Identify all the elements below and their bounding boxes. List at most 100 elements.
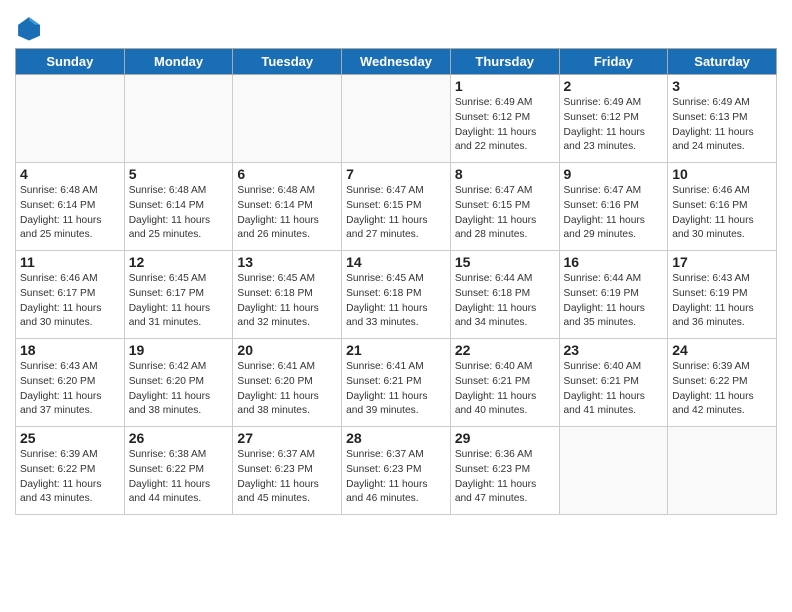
day-cell: 11 Sunrise: 6:46 AMSunset: 6:17 PMDayligh…	[16, 251, 125, 339]
day-info: Sunrise: 6:39 AMSunset: 6:22 PMDaylight:…	[672, 360, 772, 419]
day-number: 18	[20, 342, 120, 358]
day-info: Sunrise: 6:37 AMSunset: 6:23 PMDaylight:…	[346, 448, 446, 507]
day-number: 4	[20, 166, 120, 182]
day-info: Sunrise: 6:41 AMSunset: 6:21 PMDaylight:…	[346, 360, 446, 419]
day-number: 11	[20, 254, 120, 270]
day-number: 15	[455, 254, 555, 270]
day-number: 8	[455, 166, 555, 182]
day-number: 3	[672, 78, 772, 94]
week-row-2: 11 Sunrise: 6:46 AMSunset: 6:17 PMDayligh…	[16, 251, 777, 339]
day-cell	[559, 427, 668, 515]
day-info: Sunrise: 6:44 AMSunset: 6:18 PMDaylight:…	[455, 272, 555, 331]
day-cell: 27 Sunrise: 6:37 AMSunset: 6:23 PMDayligh…	[233, 427, 342, 515]
header-cell-wednesday: Wednesday	[342, 49, 451, 75]
week-row-0: 1 Sunrise: 6:49 AMSunset: 6:12 PMDaylight…	[16, 75, 777, 163]
day-info: Sunrise: 6:45 AMSunset: 6:17 PMDaylight:…	[129, 272, 229, 331]
day-number: 10	[672, 166, 772, 182]
day-cell: 7Sunrise: 6:47 AMSunset: 6:15 PMDaylight…	[342, 163, 451, 251]
day-number: 16	[564, 254, 664, 270]
day-info: Sunrise: 6:38 AMSunset: 6:22 PMDaylight:…	[129, 448, 229, 507]
day-info: Sunrise: 6:42 AMSunset: 6:20 PMDaylight:…	[129, 360, 229, 419]
day-cell: 1 Sunrise: 6:49 AMSunset: 6:12 PMDaylight…	[450, 75, 559, 163]
logo	[15, 14, 45, 42]
header-cell-friday: Friday	[559, 49, 668, 75]
day-number: 14	[346, 254, 446, 270]
page: SundayMondayTuesdayWednesdayThursdayFrid…	[0, 0, 792, 612]
day-info: Sunrise: 6:44 AMSunset: 6:19 PMDaylight:…	[564, 272, 664, 331]
day-number: 6	[237, 166, 337, 182]
day-number: 20	[237, 342, 337, 358]
day-info: Sunrise: 6:47 AMSunset: 6:15 PMDaylight:…	[455, 184, 555, 243]
day-cell: 28 Sunrise: 6:37 AMSunset: 6:23 PMDayligh…	[342, 427, 451, 515]
calendar-table: SundayMondayTuesdayWednesdayThursdayFrid…	[15, 48, 777, 515]
day-number: 26	[129, 430, 229, 446]
day-number: 21	[346, 342, 446, 358]
day-cell	[124, 75, 233, 163]
day-info: Sunrise: 6:36 AMSunset: 6:23 PMDaylight:…	[455, 448, 555, 507]
day-number: 25	[20, 430, 120, 446]
day-cell: 5 Sunrise: 6:48 AMSunset: 6:14 PMDaylight…	[124, 163, 233, 251]
day-number: 23	[564, 342, 664, 358]
day-cell: 16 Sunrise: 6:44 AMSunset: 6:19 PMDayligh…	[559, 251, 668, 339]
day-number: 5	[129, 166, 229, 182]
day-number: 19	[129, 342, 229, 358]
day-number: 2	[564, 78, 664, 94]
header-cell-saturday: Saturday	[668, 49, 777, 75]
day-cell: 8 Sunrise: 6:47 AMSunset: 6:15 PMDaylight…	[450, 163, 559, 251]
day-info: Sunrise: 6:49 AMSunset: 6:13 PMDaylight:…	[672, 96, 772, 155]
day-number: 27	[237, 430, 337, 446]
day-cell: 9Sunrise: 6:47 AMSunset: 6:16 PMDaylight…	[559, 163, 668, 251]
day-info: Sunrise: 6:48 AMSunset: 6:14 PMDaylight:…	[237, 184, 337, 243]
week-row-4: 25Sunrise: 6:39 AMSunset: 6:22 PMDayligh…	[16, 427, 777, 515]
header-cell-thursday: Thursday	[450, 49, 559, 75]
day-cell: 3 Sunrise: 6:49 AMSunset: 6:13 PMDaylight…	[668, 75, 777, 163]
day-info: Sunrise: 6:40 AMSunset: 6:21 PMDaylight:…	[455, 360, 555, 419]
day-cell: 10 Sunrise: 6:46 AMSunset: 6:16 PMDayligh…	[668, 163, 777, 251]
day-cell	[16, 75, 125, 163]
day-number: 12	[129, 254, 229, 270]
day-info: Sunrise: 6:45 AMSunset: 6:18 PMDaylight:…	[237, 272, 337, 331]
day-cell: 6 Sunrise: 6:48 AMSunset: 6:14 PMDaylight…	[233, 163, 342, 251]
day-info: Sunrise: 6:40 AMSunset: 6:21 PMDaylight:…	[564, 360, 664, 419]
day-number: 29	[455, 430, 555, 446]
day-info: Sunrise: 6:49 AMSunset: 6:12 PMDaylight:…	[455, 96, 555, 155]
day-number: 17	[672, 254, 772, 270]
day-cell: 14 Sunrise: 6:45 AMSunset: 6:18 PMDayligh…	[342, 251, 451, 339]
header-cell-monday: Monday	[124, 49, 233, 75]
day-cell: 18 Sunrise: 6:43 AMSunset: 6:20 PMDayligh…	[16, 339, 125, 427]
day-info: Sunrise: 6:46 AMSunset: 6:16 PMDaylight:…	[672, 184, 772, 243]
day-cell: 21 Sunrise: 6:41 AMSunset: 6:21 PMDayligh…	[342, 339, 451, 427]
day-cell: 2 Sunrise: 6:49 AMSunset: 6:12 PMDaylight…	[559, 75, 668, 163]
day-number: 24	[672, 342, 772, 358]
day-cell	[668, 427, 777, 515]
day-cell	[233, 75, 342, 163]
logo-icon	[15, 14, 43, 42]
day-number: 13	[237, 254, 337, 270]
day-cell: 13 Sunrise: 6:45 AMSunset: 6:18 PMDayligh…	[233, 251, 342, 339]
header-area	[15, 10, 777, 42]
day-number: 28	[346, 430, 446, 446]
day-cell	[342, 75, 451, 163]
day-cell: 29 Sunrise: 6:36 AMSunset: 6:23 PMDayligh…	[450, 427, 559, 515]
day-info: Sunrise: 6:43 AMSunset: 6:19 PMDaylight:…	[672, 272, 772, 331]
day-info: Sunrise: 6:48 AMSunset: 6:14 PMDaylight:…	[20, 184, 120, 243]
day-cell: 24 Sunrise: 6:39 AMSunset: 6:22 PMDayligh…	[668, 339, 777, 427]
day-number: 22	[455, 342, 555, 358]
day-cell: 12 Sunrise: 6:45 AMSunset: 6:17 PMDayligh…	[124, 251, 233, 339]
day-info: Sunrise: 6:48 AMSunset: 6:14 PMDaylight:…	[129, 184, 229, 243]
day-info: Sunrise: 6:37 AMSunset: 6:23 PMDaylight:…	[237, 448, 337, 507]
day-cell: 22 Sunrise: 6:40 AMSunset: 6:21 PMDayligh…	[450, 339, 559, 427]
day-number: 7	[346, 166, 446, 182]
day-cell: 19 Sunrise: 6:42 AMSunset: 6:20 PMDayligh…	[124, 339, 233, 427]
header-cell-sunday: Sunday	[16, 49, 125, 75]
day-info: Sunrise: 6:49 AMSunset: 6:12 PMDaylight:…	[564, 96, 664, 155]
day-cell: 20 Sunrise: 6:41 AMSunset: 6:20 PMDayligh…	[233, 339, 342, 427]
day-info: Sunrise: 6:43 AMSunset: 6:20 PMDaylight:…	[20, 360, 120, 419]
day-cell: 26 Sunrise: 6:38 AMSunset: 6:22 PMDayligh…	[124, 427, 233, 515]
day-cell: 15 Sunrise: 6:44 AMSunset: 6:18 PMDayligh…	[450, 251, 559, 339]
day-info: Sunrise: 6:41 AMSunset: 6:20 PMDaylight:…	[237, 360, 337, 419]
day-info: Sunrise: 6:46 AMSunset: 6:17 PMDaylight:…	[20, 272, 120, 331]
day-info: Sunrise: 6:45 AMSunset: 6:18 PMDaylight:…	[346, 272, 446, 331]
day-number: 1	[455, 78, 555, 94]
day-info: Sunrise: 6:47 AMSunset: 6:16 PMDaylight:…	[564, 184, 664, 243]
